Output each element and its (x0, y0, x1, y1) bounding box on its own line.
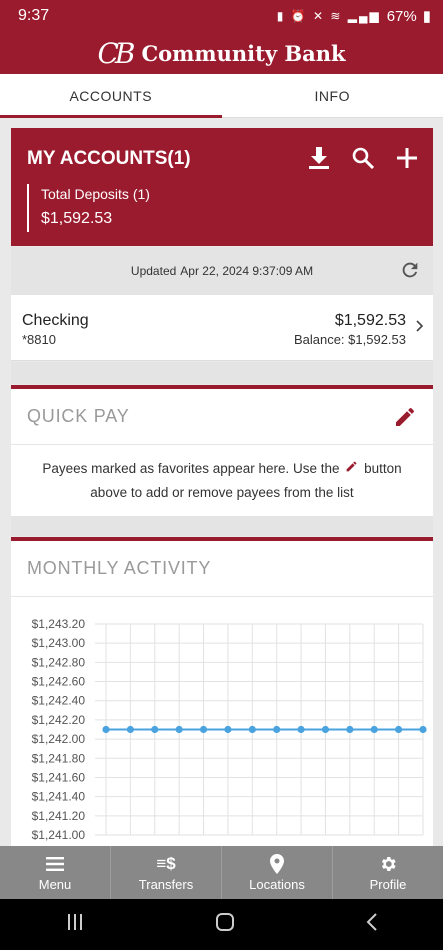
refresh-icon[interactable] (399, 259, 421, 284)
quick-pay-title: QUICK PAY (27, 406, 130, 426)
data-point[interactable] (151, 725, 159, 734)
home-icon[interactable] (215, 912, 235, 937)
monthly-activity-card: MONTHLY ACTIVITY $1,243.20 $1,243.00 $1,24… (11, 537, 433, 857)
tab-accounts[interactable]: ACCOUNTS (0, 74, 222, 118)
data-point[interactable] (224, 725, 232, 734)
account-row-checking[interactable]: Checking *8810 $1,592.53 Balance: $1,592… (11, 295, 433, 361)
account-balance: Balance: $1,592.53 (293, 332, 406, 347)
status-time: 9:37 (18, 7, 50, 24)
y-tick-label: $1,241.80 (32, 751, 86, 765)
y-tick-label: $1,242.80 (32, 655, 86, 669)
bank-logo: CB (97, 36, 135, 70)
y-tick-label: $1,241.20 (32, 809, 86, 823)
data-point[interactable] (273, 725, 281, 734)
account-amount: $1,592.53 (334, 312, 406, 329)
location-pin-icon (270, 853, 284, 875)
data-point[interactable] (126, 725, 134, 734)
nav-locations[interactable]: Locations (222, 846, 333, 899)
data-point[interactable] (321, 725, 330, 734)
data-point[interactable] (102, 725, 110, 734)
y-tick-label: $1,242.20 (32, 713, 86, 727)
y-tick-label: $1,242.60 (32, 675, 86, 689)
data-point[interactable] (248, 725, 256, 734)
accounts-title: MY ACCOUNTS(1) (27, 148, 191, 169)
battery-icon: ▮ (422, 8, 431, 25)
monthly-activity-title: MONTHLY ACTIVITY (27, 558, 212, 578)
status-icons: ▮ ⏰ ✕ ≋ ▂▄▆ (276, 9, 381, 23)
total-deposits-value: $1,592.53 (41, 210, 113, 227)
nav-profile[interactable]: Profile (333, 846, 443, 899)
y-tick-label: $1,241.60 (32, 770, 86, 784)
tab-bar: ACCOUNTS INFO (0, 74, 443, 118)
quick-pay-card: QUICK PAY Payees marked as favorites app… (11, 385, 433, 516)
nav-transfers[interactable]: ≡$ Transfers (111, 846, 222, 899)
chevron-right-icon (416, 319, 424, 337)
y-tick-label: $1,241.40 (32, 790, 86, 804)
menu-icon (46, 853, 64, 875)
inline-pencil-icon (345, 457, 358, 481)
data-point[interactable] (297, 725, 305, 734)
y-tick-label: $1,241.00 (32, 828, 86, 842)
battery-level: 67% (386, 7, 417, 25)
system-nav-bar (0, 899, 443, 950)
recent-apps-icon[interactable] (66, 913, 84, 936)
account-number: *8810 (22, 332, 56, 347)
search-icon[interactable] (351, 146, 375, 170)
updated-time: Apr 22, 2024 9:37:09 AM (180, 264, 314, 278)
brand-header: CB Community Bank (0, 32, 443, 74)
bank-name: Community Bank (141, 40, 346, 66)
y-tick-label: $1,243.20 (32, 617, 86, 631)
data-point[interactable] (346, 725, 354, 734)
bottom-nav: Menu ≡$ Transfers Locations Profile (0, 846, 443, 899)
total-deposits-label: Total Deposits (1) (41, 186, 150, 202)
updated-bar: Updated Apr 22, 2024 9:37:09 AM (11, 247, 433, 295)
account-name: Checking (22, 312, 89, 329)
y-tick-label: $1,242.00 (32, 732, 86, 746)
y-tick-label: $1,242.40 (32, 694, 86, 708)
data-point[interactable] (370, 725, 378, 734)
total-deposits[interactable]: Total Deposits (1) $1,592.53 (27, 184, 150, 232)
gear-icon (378, 853, 398, 875)
transfers-icon: ≡$ (156, 854, 176, 873)
data-point[interactable] (395, 725, 403, 734)
data-point[interactable] (175, 725, 183, 734)
data-point[interactable] (199, 725, 208, 734)
download-icon[interactable] (307, 146, 331, 170)
status-bar: 9:37 ▮ ⏰ ✕ ≋ ▂▄▆ 67% ▮ (0, 0, 443, 32)
tab-info[interactable]: INFO (222, 74, 443, 117)
updated-prefix: Updated (130, 264, 177, 278)
quick-pay-message: Payees marked as favorites appear here. … (11, 445, 433, 517)
monthly-activity-chart: $1,243.20 $1,243.00 $1,242.80 $1,242.60 $1,2… (32, 617, 427, 842)
my-accounts-card: MY ACCOUNTS(1) Total Deposits (1) $1,592… (11, 128, 433, 246)
edit-pencil-icon[interactable] (393, 405, 417, 434)
nav-menu[interactable]: Menu (0, 846, 111, 899)
y-tick-label: $1,243.00 (32, 636, 86, 650)
back-icon[interactable] (366, 913, 378, 936)
plus-icon[interactable] (395, 146, 419, 170)
data-point[interactable] (419, 725, 427, 734)
